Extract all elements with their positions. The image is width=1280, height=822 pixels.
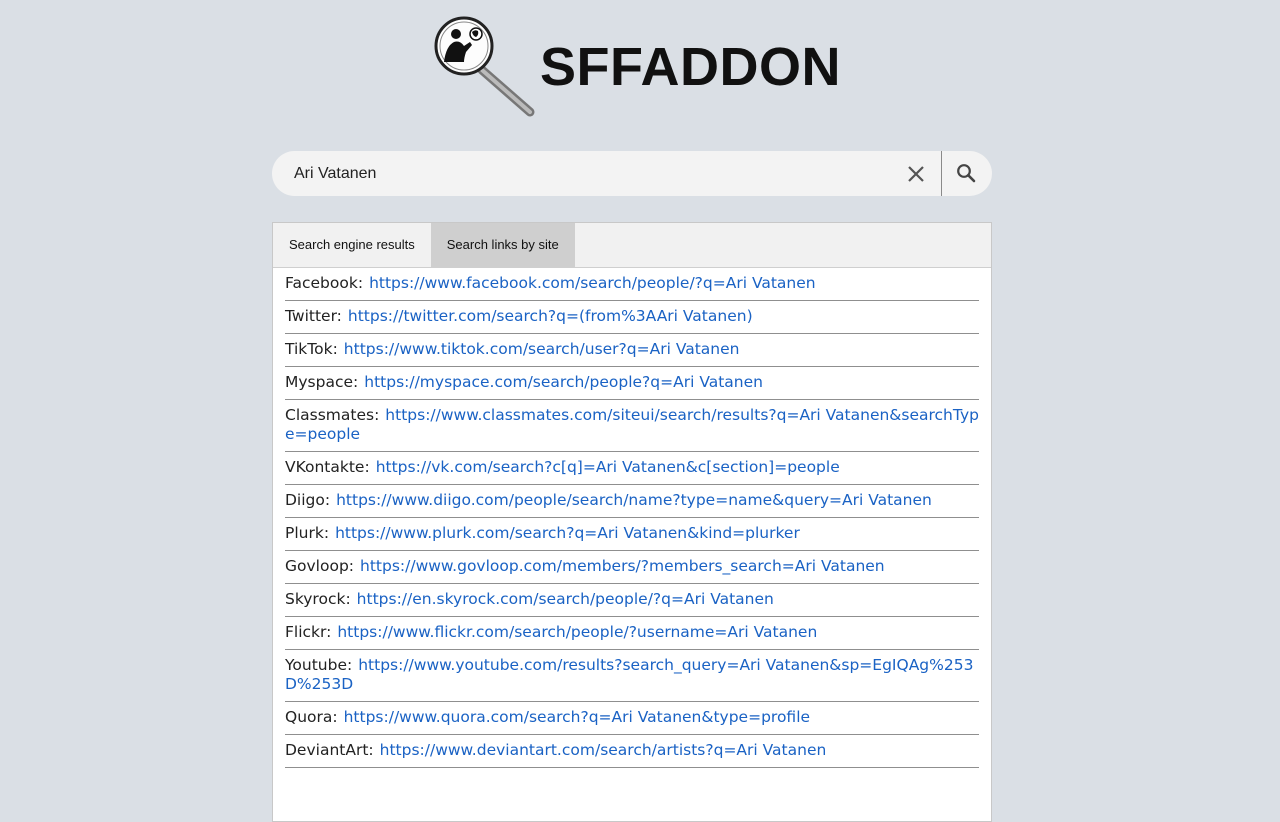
site-search-link[interactable]: https://www.youtube.com/results?search_q… [285,656,973,693]
list-item: Skyrock: https://en.skyrock.com/search/pe… [285,584,979,617]
logo-text: SFFADDON [540,37,841,97]
site-search-link[interactable]: https://www.facebook.com/search/people/?… [369,274,816,292]
list-item: Flickr: https://www.flickr.com/search/peo… [285,617,979,650]
list-item: Quora: https://www.quora.com/search?q=Ari… [285,702,979,735]
tab-bar: Search engine results Search links by si… [273,223,991,268]
site-search-link[interactable]: https://www.quora.com/search?q=Ari Vatan… [344,708,810,726]
list-item: Facebook: https://www.facebook.com/search… [285,268,979,301]
site-label: DeviantArt: [285,741,374,759]
site-label: Plurk: [285,524,330,542]
site-search-link[interactable]: https://www.plurk.com/search?q=Ari Vatan… [335,524,800,542]
site-label: Govloop: [285,557,355,575]
search-input[interactable] [294,151,894,196]
site-search-link[interactable]: https://twitter.com/search?q=(from%3AAri… [348,307,753,325]
list-item: Classmates: https://www.classmates.com/si… [285,400,979,452]
list-item: Twitter: https://twitter.com/search?q=(fr… [285,301,979,334]
search-divider [941,151,942,196]
site-search-link[interactable]: https://www.deviantart.com/search/artist… [380,741,827,759]
search-icon [957,164,976,183]
site-label: Classmates: [285,406,380,424]
site-search-link[interactable]: https://myspace.com/search/people?q=Ari … [364,373,763,391]
link-list: Facebook: https://www.facebook.com/search… [273,268,991,768]
list-item: Diigo: https://www.diigo.com/people/searc… [285,485,979,518]
site-search-link[interactable]: https://vk.com/search?c[q]=Ari Vatanen&c… [376,458,840,476]
site-label: Myspace: [285,373,359,391]
site-label: Quora: [285,708,338,726]
site-search-link[interactable]: https://www.classmates.com/siteui/search… [285,406,979,443]
magnifier-globe-icon [434,16,535,117]
site-search-link[interactable]: https://www.flickr.com/search/people/?us… [337,623,817,641]
list-item: Govloop: https://www.govloop.com/members/… [285,551,979,584]
tab-search-engine-results[interactable]: Search engine results [273,223,431,267]
site-search-link[interactable]: https://www.tiktok.com/search/user?q=Ari… [344,340,740,358]
clear-button[interactable] [900,158,932,190]
site-label: Twitter: [285,307,342,325]
logo: SFFADDON [430,12,841,118]
site-search-link[interactable]: https://en.skyrock.com/search/people/?q=… [357,590,774,608]
search-bar [272,151,992,196]
results-panel: Search engine results Search links by si… [272,222,992,822]
search-button[interactable] [950,157,982,189]
list-item: VKontakte: https://vk.com/search?c[q]=Ari… [285,452,979,485]
site-label: Flickr: [285,623,332,641]
site-label: Youtube: [285,656,353,674]
site-label: VKontakte: [285,458,370,476]
site-label: Facebook: [285,274,364,292]
site-search-link[interactable]: https://www.govloop.com/members/?members… [360,557,885,575]
list-item: Myspace: https://myspace.com/search/peopl… [285,367,979,400]
list-item: Youtube: https://www.youtube.com/results?… [285,650,979,702]
site-search-link[interactable]: https://www.diigo.com/people/search/name… [336,491,932,509]
site-label: Diigo: [285,491,331,509]
list-item: TikTok: https://www.tiktok.com/search/use… [285,334,979,367]
tab-search-links-by-site[interactable]: Search links by site [430,223,575,267]
site-label: Skyrock: [285,590,351,608]
site-label: TikTok: [285,340,338,358]
list-item: DeviantArt: https://www.deviantart.com/se… [285,735,979,768]
close-icon [908,166,924,182]
list-item: Plurk: https://www.plurk.com/search?q=Ari… [285,518,979,551]
